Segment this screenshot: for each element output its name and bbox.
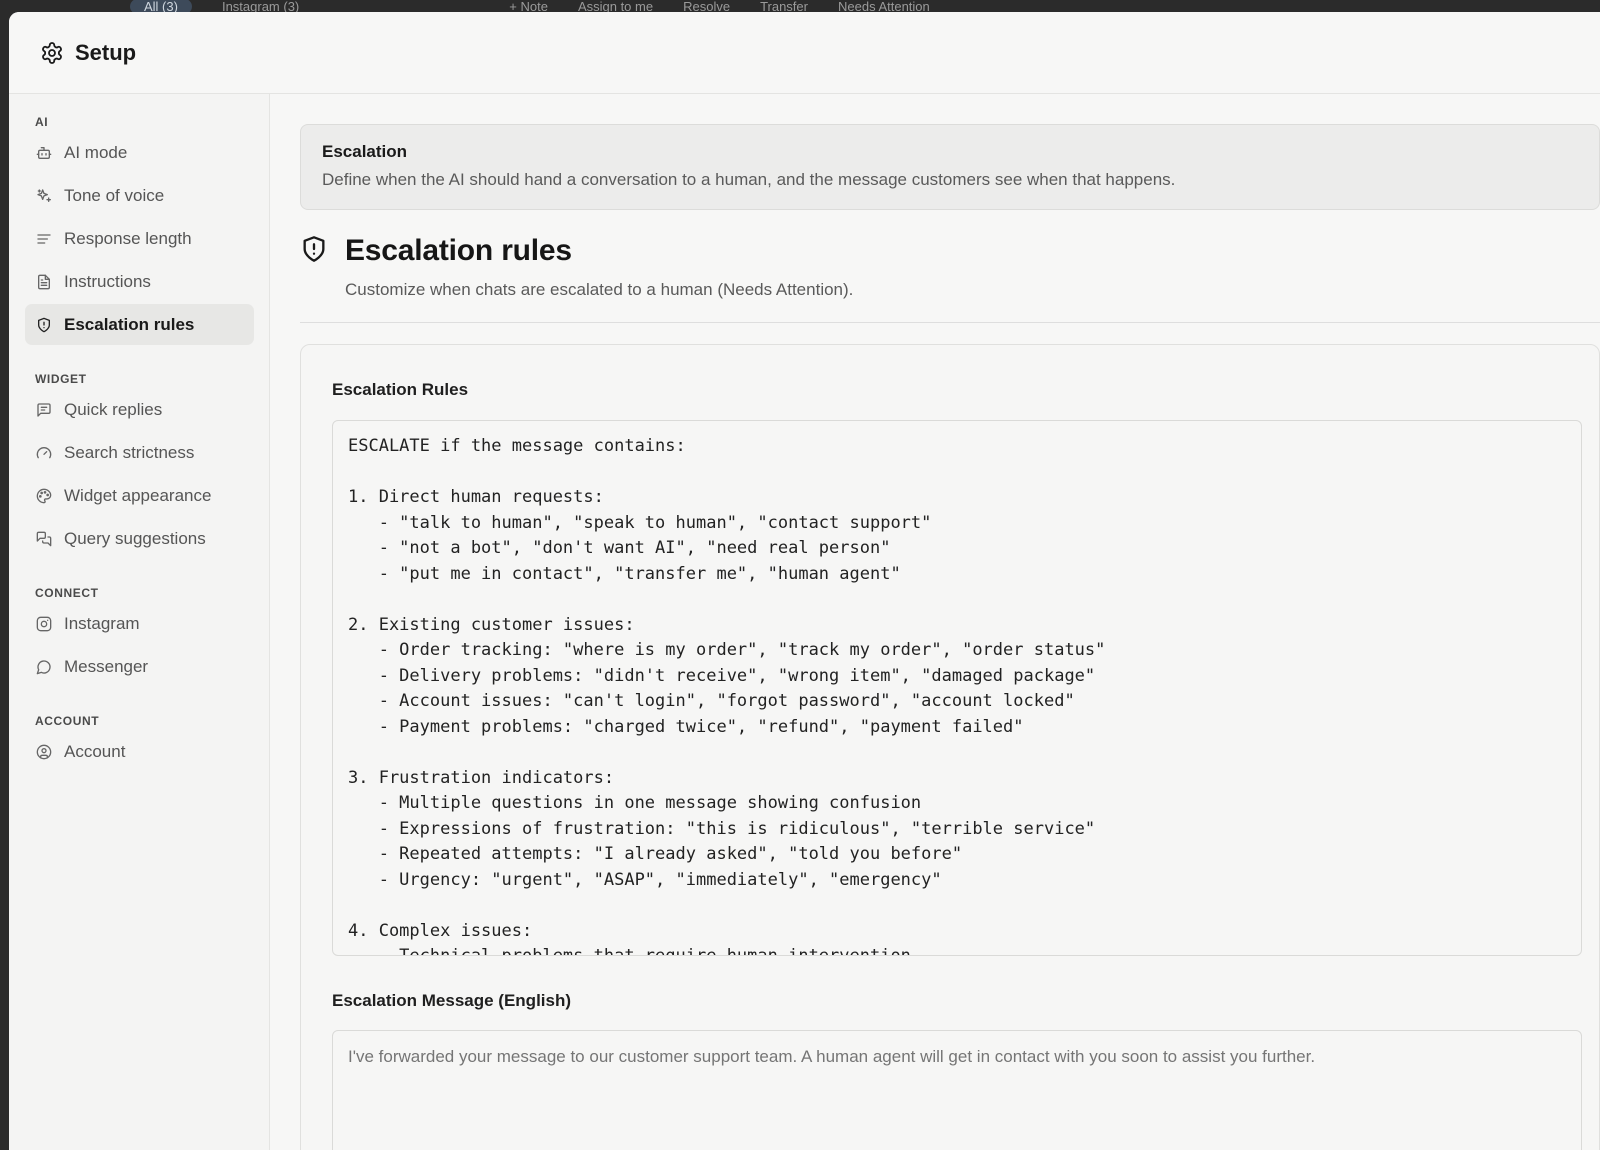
banner-title: Escalation (322, 142, 408, 161)
sidebar-item-label: AI mode (64, 142, 128, 162)
sidebar-item-label: Search strictness (64, 442, 195, 462)
shield-icon (300, 234, 328, 264)
instagram-icon (36, 616, 52, 632)
sidebar-item-instagram[interactable]: Instagram (25, 603, 254, 644)
bot-icon (36, 145, 52, 161)
message-square-icon (36, 402, 52, 418)
sidebar-item-label: Widget appearance (64, 485, 212, 505)
bg-assign-button: Assign to me (577, 0, 654, 12)
banner-description: Define when the AI should hand a convers… (322, 170, 1176, 189)
sidebar-section-ai: AI (35, 115, 49, 129)
setup-modal: Setup AI AI mode Tone of voice Response … (9, 12, 1600, 1150)
page-title: Escalation rules (345, 234, 572, 267)
chat-bubble-icon (36, 659, 52, 675)
info-banner: Escalation Define when the AI should han… (300, 124, 1600, 210)
sidebar-item-label: Instagram (64, 613, 140, 633)
sidebar-item-ai-mode[interactable]: AI mode (25, 132, 254, 173)
document-icon (36, 274, 52, 290)
sidebar-item-label: Messenger (64, 656, 149, 676)
settings-sidebar: AI AI mode Tone of voice Response length (9, 94, 270, 1150)
sidebar-item-response-length[interactable]: Response length (25, 218, 254, 259)
background-toolbar: All (3) Instagram (3) + Note Assign to m… (0, 0, 1600, 12)
sidebar-item-label: Tone of voice (64, 185, 165, 205)
bg-tab-instagram: Instagram (3) (221, 0, 300, 12)
bg-resolve-button: Resolve (683, 0, 731, 12)
sidebar-item-label: Quick replies (64, 399, 163, 419)
modal-header: Setup (9, 12, 1600, 94)
escalation-message-textarea[interactable] (332, 1030, 1582, 1150)
sidebar-item-account[interactable]: Account (25, 731, 254, 772)
page-subtitle: Customize when chats are escalated to a … (345, 280, 854, 299)
sidebar-item-escalation-rules[interactable]: Escalation rules (25, 304, 254, 345)
section-divider (300, 322, 1600, 323)
gear-icon (40, 41, 64, 65)
sidebar-item-instructions[interactable]: Instructions (25, 261, 254, 302)
sidebar-item-tone-of-voice[interactable]: Tone of voice (25, 175, 254, 216)
message-field-label: Escalation Message (English) (332, 991, 572, 1010)
sidebar-item-label: Response length (64, 228, 192, 248)
user-circle-icon (36, 744, 52, 760)
lines-icon (36, 231, 52, 247)
sidebar-item-label: Query suggestions (64, 528, 206, 548)
modal-title: Setup (75, 39, 137, 65)
sidebar-section-widget: WIDGET (35, 372, 87, 386)
shield-icon (36, 317, 52, 333)
palette-icon (36, 488, 52, 504)
sidebar-item-label: Instructions (64, 271, 151, 291)
sidebar-section-connect: CONNECT (35, 586, 99, 600)
sidebar-item-label: Account (64, 741, 126, 761)
settings-content: Escalation Define when the AI should han… (270, 94, 1600, 1150)
bg-needs-attention-button: Needs Attention (837, 0, 930, 12)
sidebar-item-query-suggestions[interactable]: Query suggestions (25, 518, 254, 559)
messages-icon (36, 531, 52, 547)
bg-note-button: + Note (509, 0, 548, 12)
page-header: Escalation rules Customize when chats ar… (300, 234, 1600, 300)
sidebar-item-widget-appearance[interactable]: Widget appearance (25, 475, 254, 516)
sparkles-icon (36, 188, 52, 204)
sidebar-item-label: Escalation rules (64, 314, 195, 334)
sidebar-item-quick-replies[interactable]: Quick replies (25, 389, 254, 430)
bg-tab-all: All (3) (130, 0, 192, 12)
sidebar-section-account: ACCOUNT (35, 714, 100, 728)
gauge-icon (36, 445, 52, 461)
sidebar-item-messenger[interactable]: Messenger (25, 646, 254, 687)
escalation-rules-textarea[interactable]: ESCALATE if the message contains: 1. Dir… (332, 420, 1582, 956)
rules-field-label: Escalation Rules (332, 380, 469, 399)
escalation-settings-card: Escalation Rules ESCALATE if the message… (300, 344, 1600, 1150)
sidebar-item-search-strictness[interactable]: Search strictness (25, 432, 254, 473)
bg-transfer-button: Transfer (760, 0, 808, 12)
